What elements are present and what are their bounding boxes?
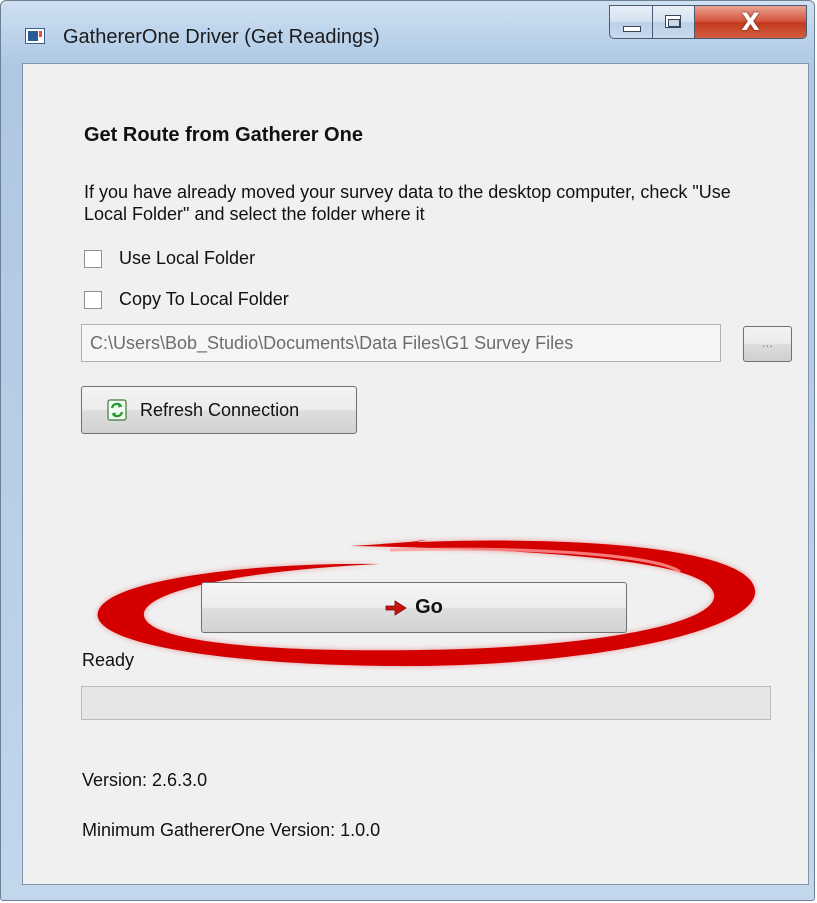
browse-folder-button[interactable]: ...: [743, 326, 792, 362]
section-heading: Get Route from Gatherer One: [84, 124, 363, 146]
red-arrow-icon: [385, 599, 407, 616]
window-controls: X: [609, 5, 807, 41]
version-label: Version: 2.6.3.0: [82, 770, 208, 790]
copy-to-local-folder-checkbox[interactable]: Copy To Local Folder: [84, 289, 289, 310]
copy-to-local-folder-label[interactable]: Copy To Local Folder: [119, 289, 289, 310]
copy-to-local-folder-checkbox-box[interactable]: [84, 290, 102, 309]
maximize-icon: [665, 15, 681, 28]
min-version-label: Minimum GathererOne Version: 1.0.0: [82, 820, 381, 840]
close-icon: X: [741, 8, 760, 36]
refresh-icon: [107, 399, 127, 421]
window-title: GathererOne Driver (Get Readings): [63, 26, 380, 48]
use-local-folder-checkbox[interactable]: Use Local Folder: [84, 248, 255, 269]
minimize-icon: [623, 26, 641, 32]
title-bar[interactable]: GathererOne Driver (Get Readings) X: [1, 1, 814, 63]
go-button[interactable]: Go: [201, 582, 627, 633]
refresh-connection-label: Refresh Connection: [140, 399, 300, 420]
app-icon[interactable]: [25, 28, 45, 44]
minimize-button[interactable]: [609, 5, 653, 39]
instructions-text: If you have already moved your survey da…: [84, 182, 731, 224]
use-local-folder-checkbox-box[interactable]: [84, 249, 102, 268]
refresh-connection-button[interactable]: Refresh Connection: [81, 386, 357, 434]
progress-bar: [81, 686, 771, 720]
close-button[interactable]: X: [695, 5, 807, 39]
status-text: Ready: [82, 650, 135, 670]
go-label: Go: [415, 596, 443, 618]
maximize-button[interactable]: [653, 5, 695, 39]
use-local-folder-label[interactable]: Use Local Folder: [119, 248, 255, 269]
folder-path-input[interactable]: [81, 324, 721, 362]
